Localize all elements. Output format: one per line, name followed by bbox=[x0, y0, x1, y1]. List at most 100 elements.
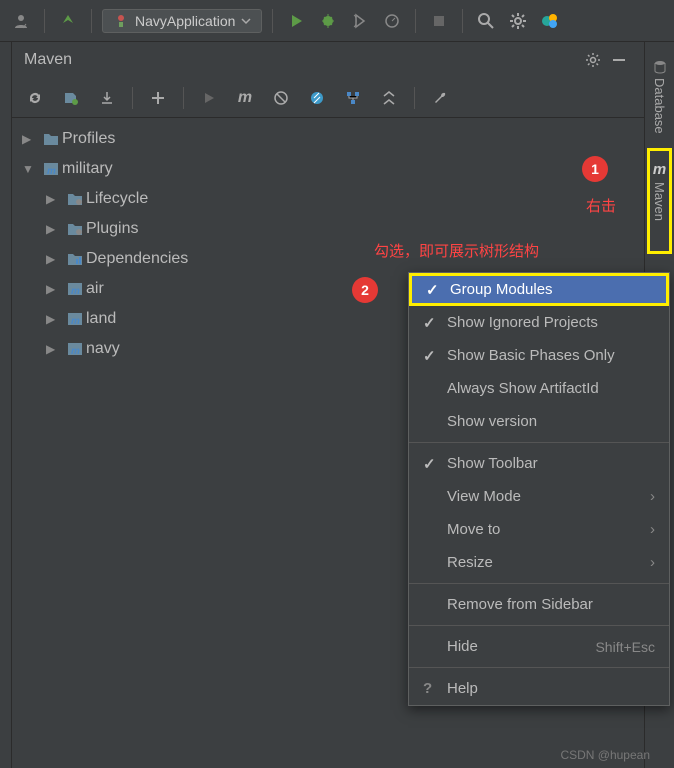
menu-show-basic-phases[interactable]: ✓ Show Basic Phases Only bbox=[409, 339, 669, 372]
menu-label: Group Modules bbox=[450, 281, 652, 298]
menu-separator bbox=[409, 442, 669, 443]
folder-icon bbox=[40, 132, 62, 146]
tree-plugins[interactable]: ▶ Plugins bbox=[12, 214, 644, 244]
tree-label: Plugins bbox=[86, 220, 138, 238]
menu-label: Help bbox=[447, 680, 655, 697]
menu-help[interactable]: ? Help bbox=[409, 672, 669, 705]
context-menu: ✓ Group Modules ✓ Show Ignored Projects … bbox=[408, 272, 670, 706]
panel-settings-icon[interactable] bbox=[580, 47, 606, 73]
tree-lifecycle[interactable]: ▶ Lifecycle bbox=[12, 184, 644, 214]
tree-label: air bbox=[86, 280, 104, 298]
menu-resize[interactable]: Resize › bbox=[409, 546, 669, 579]
maven-module-icon: m bbox=[64, 311, 86, 327]
panel-minimize-icon[interactable] bbox=[606, 47, 632, 73]
tree-label: Lifecycle bbox=[86, 190, 148, 208]
collapse-all-icon[interactable] bbox=[376, 85, 402, 111]
tab-label: Database bbox=[652, 78, 667, 134]
menu-group-modules[interactable]: ✓ Group Modules bbox=[409, 273, 669, 306]
user-icon[interactable] bbox=[8, 8, 34, 34]
annotation-badge-1: 1 bbox=[582, 156, 608, 182]
chevron-right-icon: ▶ bbox=[46, 222, 64, 236]
menu-hide[interactable]: Hide Shift+Esc bbox=[409, 630, 669, 663]
add-icon[interactable] bbox=[145, 85, 171, 111]
svg-text:m: m bbox=[47, 166, 56, 177]
toggle-skip-tests-icon[interactable] bbox=[268, 85, 294, 111]
menu-show-ignored[interactable]: ✓ Show Ignored Projects bbox=[409, 306, 669, 339]
panel-header: Maven bbox=[12, 42, 644, 78]
folder-gear-icon bbox=[64, 192, 86, 206]
maven-module-icon: m bbox=[64, 341, 86, 357]
svg-text:m: m bbox=[71, 286, 80, 297]
chevron-right-icon: ▶ bbox=[46, 282, 64, 296]
refresh-icon[interactable] bbox=[22, 85, 48, 111]
settings-icon[interactable] bbox=[505, 8, 531, 34]
menu-label: Move to bbox=[447, 521, 650, 538]
stop-icon[interactable] bbox=[426, 8, 452, 34]
svg-text:m: m bbox=[71, 346, 80, 357]
download-icon[interactable] bbox=[94, 85, 120, 111]
annotation-badge-2: 2 bbox=[352, 277, 378, 303]
toolbox-icon[interactable] bbox=[537, 8, 563, 34]
tree-dependencies[interactable]: ▶ Dependencies bbox=[12, 244, 644, 274]
menu-label: Show version bbox=[447, 413, 655, 430]
chevron-right-icon: ▶ bbox=[46, 192, 64, 206]
menu-label: Show Basic Phases Only bbox=[447, 347, 655, 364]
menu-label: Always Show ArtifactId bbox=[447, 380, 655, 397]
chevron-down-icon bbox=[241, 16, 251, 26]
chevron-right-icon: ▶ bbox=[46, 312, 64, 326]
check-icon: ✓ bbox=[423, 347, 447, 365]
chevron-right-icon: › bbox=[650, 521, 655, 538]
run-maven-icon[interactable] bbox=[196, 85, 222, 111]
run-config-selector[interactable]: NavyApplication bbox=[102, 9, 262, 33]
generate-sources-icon[interactable] bbox=[58, 85, 84, 111]
menu-label: Remove from Sidebar bbox=[447, 596, 655, 613]
tree-label: navy bbox=[86, 340, 120, 358]
run-icon[interactable] bbox=[283, 8, 309, 34]
chevron-right-icon: › bbox=[650, 488, 655, 505]
svg-text:m: m bbox=[71, 316, 80, 327]
show-deps-icon[interactable] bbox=[340, 85, 366, 111]
tree-profiles[interactable]: ▶ Profiles bbox=[12, 124, 644, 154]
menu-shortcut: Shift+Esc bbox=[595, 639, 655, 655]
menu-separator bbox=[409, 667, 669, 668]
tree-label: military bbox=[62, 160, 113, 178]
chevron-right-icon: › bbox=[650, 554, 655, 571]
annotation-text-2: 勾选，即可展示树形结构 bbox=[374, 240, 539, 261]
maven-module-icon: m bbox=[40, 161, 62, 177]
database-tab[interactable]: Database bbox=[650, 54, 669, 140]
maven-tab[interactable]: m Maven bbox=[647, 148, 672, 254]
menu-show-version[interactable]: Show version bbox=[409, 405, 669, 438]
coverage-icon[interactable] bbox=[347, 8, 373, 34]
maven-toolbar: m bbox=[12, 78, 644, 118]
menu-view-mode[interactable]: View Mode › bbox=[409, 480, 669, 513]
vcs-update-icon[interactable] bbox=[55, 8, 81, 34]
offline-mode-icon[interactable] bbox=[304, 85, 330, 111]
left-gutter bbox=[0, 42, 12, 768]
tree-root-military[interactable]: ▼ m military bbox=[12, 154, 644, 184]
menu-always-artifactid[interactable]: Always Show ArtifactId bbox=[409, 372, 669, 405]
wrench-icon[interactable] bbox=[427, 85, 453, 111]
menu-move-to[interactable]: Move to › bbox=[409, 513, 669, 546]
search-icon[interactable] bbox=[473, 8, 499, 34]
annotation-text-1: 右击 bbox=[586, 195, 616, 216]
chevron-right-icon: ▶ bbox=[46, 342, 64, 356]
menu-show-toolbar[interactable]: ✓ Show Toolbar bbox=[409, 447, 669, 480]
menu-label: View Mode bbox=[447, 488, 650, 505]
menu-remove-sidebar[interactable]: Remove from Sidebar bbox=[409, 588, 669, 621]
menu-label: Hide bbox=[447, 638, 595, 655]
menu-label: Resize bbox=[447, 554, 650, 571]
menu-label: Show Ignored Projects bbox=[447, 314, 655, 331]
help-icon: ? bbox=[423, 680, 447, 697]
tree-label: land bbox=[86, 310, 116, 328]
check-icon: ✓ bbox=[423, 314, 447, 332]
top-toolbar: NavyApplication bbox=[0, 0, 674, 42]
maven-module-icon: m bbox=[64, 281, 86, 297]
tab-label: Maven bbox=[652, 182, 667, 221]
profile-icon[interactable] bbox=[379, 8, 405, 34]
debug-icon[interactable] bbox=[315, 8, 341, 34]
check-icon: ✓ bbox=[426, 281, 450, 299]
execute-goal-icon[interactable]: m bbox=[232, 85, 258, 111]
chevron-down-icon: ▼ bbox=[22, 162, 40, 176]
menu-separator bbox=[409, 625, 669, 626]
folder-gear-icon bbox=[64, 222, 86, 236]
